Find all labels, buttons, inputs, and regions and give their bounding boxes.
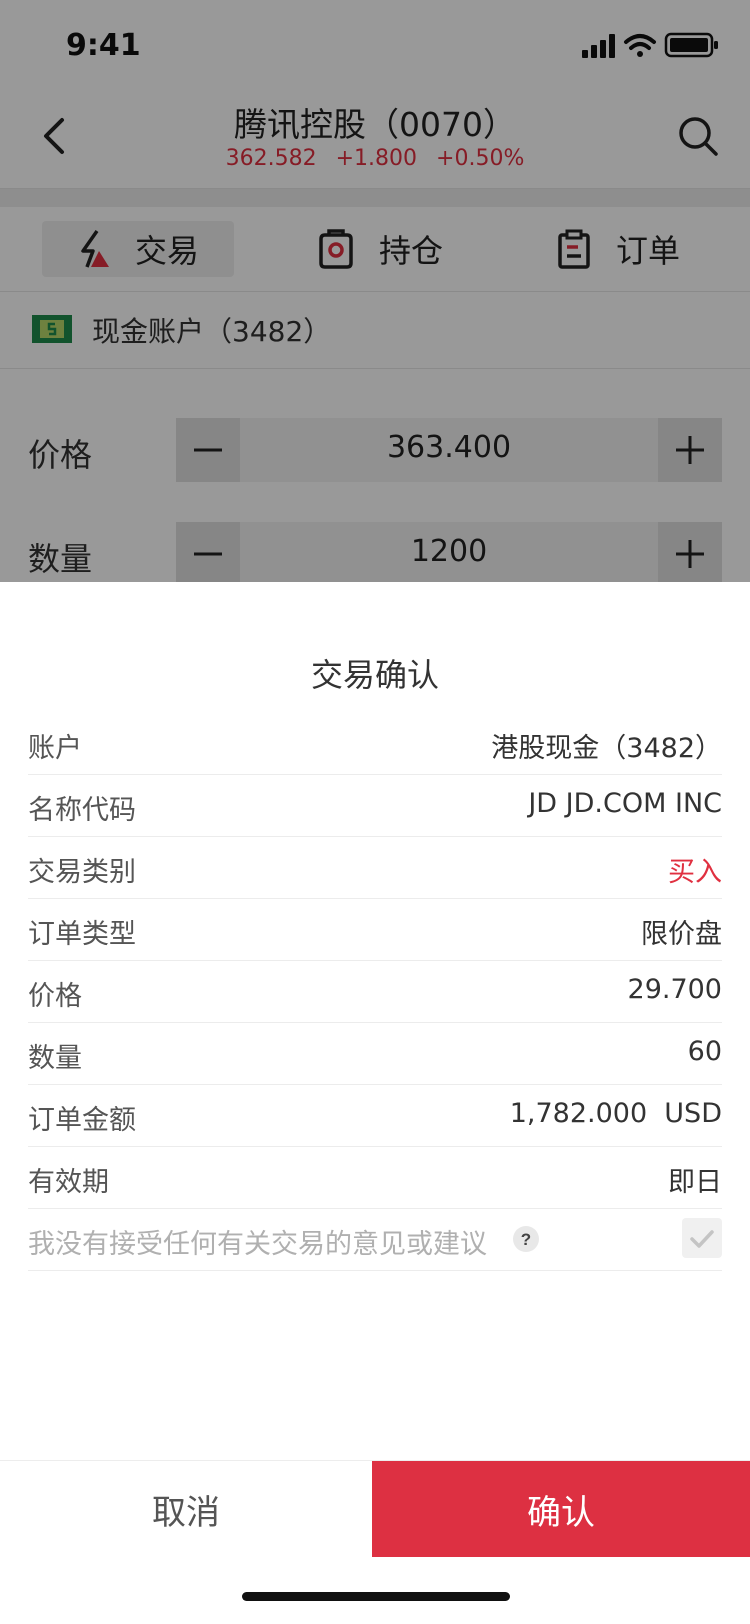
trade-confirm-sheet: 交易确认 账户 港股现金（3482） 名称代码 JD JD.COM INC 交易… bbox=[0, 582, 750, 1624]
detail-label: 数量 bbox=[28, 1043, 82, 1074]
action-bar: 取消 确认 bbox=[0, 1460, 750, 1557]
disclaimer-text: 我没有接受任何有关交易的意见或建议 bbox=[28, 1229, 487, 1260]
checkmark-icon bbox=[690, 1230, 714, 1248]
detail-row-side: 交易类别 买入 bbox=[28, 836, 722, 899]
sheet-title: 交易确认 bbox=[310, 656, 439, 694]
detail-label: 有效期 bbox=[28, 1167, 109, 1198]
detail-label: 价格 bbox=[28, 981, 82, 1012]
detail-row-quantity: 数量 60 bbox=[28, 1022, 722, 1085]
detail-value: 限价盘 bbox=[641, 919, 722, 950]
detail-label: 账户 bbox=[28, 733, 82, 764]
detail-row-validity: 有效期 即日 bbox=[28, 1146, 722, 1209]
detail-label: 名称代码 bbox=[28, 795, 136, 826]
detail-label: 交易类别 bbox=[28, 857, 136, 888]
detail-value: 即日 bbox=[668, 1167, 722, 1198]
detail-row-account: 账户 港股现金（3482） bbox=[28, 712, 722, 775]
cancel-button[interactable]: 取消 bbox=[0, 1461, 372, 1557]
help-symbol: ? bbox=[521, 1230, 531, 1249]
detail-value: 29.700 bbox=[627, 974, 722, 1005]
detail-value: JD JD.COM INC bbox=[528, 788, 722, 819]
confirm-button[interactable]: 确认 bbox=[372, 1461, 750, 1557]
detail-value: 买入 bbox=[668, 857, 722, 888]
detail-row-order-type: 订单类型 限价盘 bbox=[28, 898, 722, 961]
detail-label: 订单类型 bbox=[28, 919, 136, 950]
disclaimer-checkbox[interactable] bbox=[682, 1218, 722, 1258]
disclaimer-row: 我没有接受任何有关交易的意见或建议 ? bbox=[28, 1208, 722, 1271]
detail-value: 港股现金（3482） bbox=[491, 733, 722, 764]
detail-row-symbol: 名称代码 JD JD.COM INC bbox=[28, 774, 722, 837]
detail-value: 60 bbox=[687, 1036, 722, 1067]
home-indicator bbox=[242, 1592, 510, 1601]
help-icon[interactable]: ? bbox=[512, 1225, 540, 1253]
detail-label: 订单金额 bbox=[28, 1105, 136, 1136]
detail-row-price: 价格 29.700 bbox=[28, 960, 722, 1023]
detail-row-amount: 订单金额 1,782.000 USD bbox=[28, 1084, 722, 1147]
modal-backdrop[interactable] bbox=[0, 0, 750, 582]
detail-value: 1,782.000 USD bbox=[509, 1098, 722, 1129]
